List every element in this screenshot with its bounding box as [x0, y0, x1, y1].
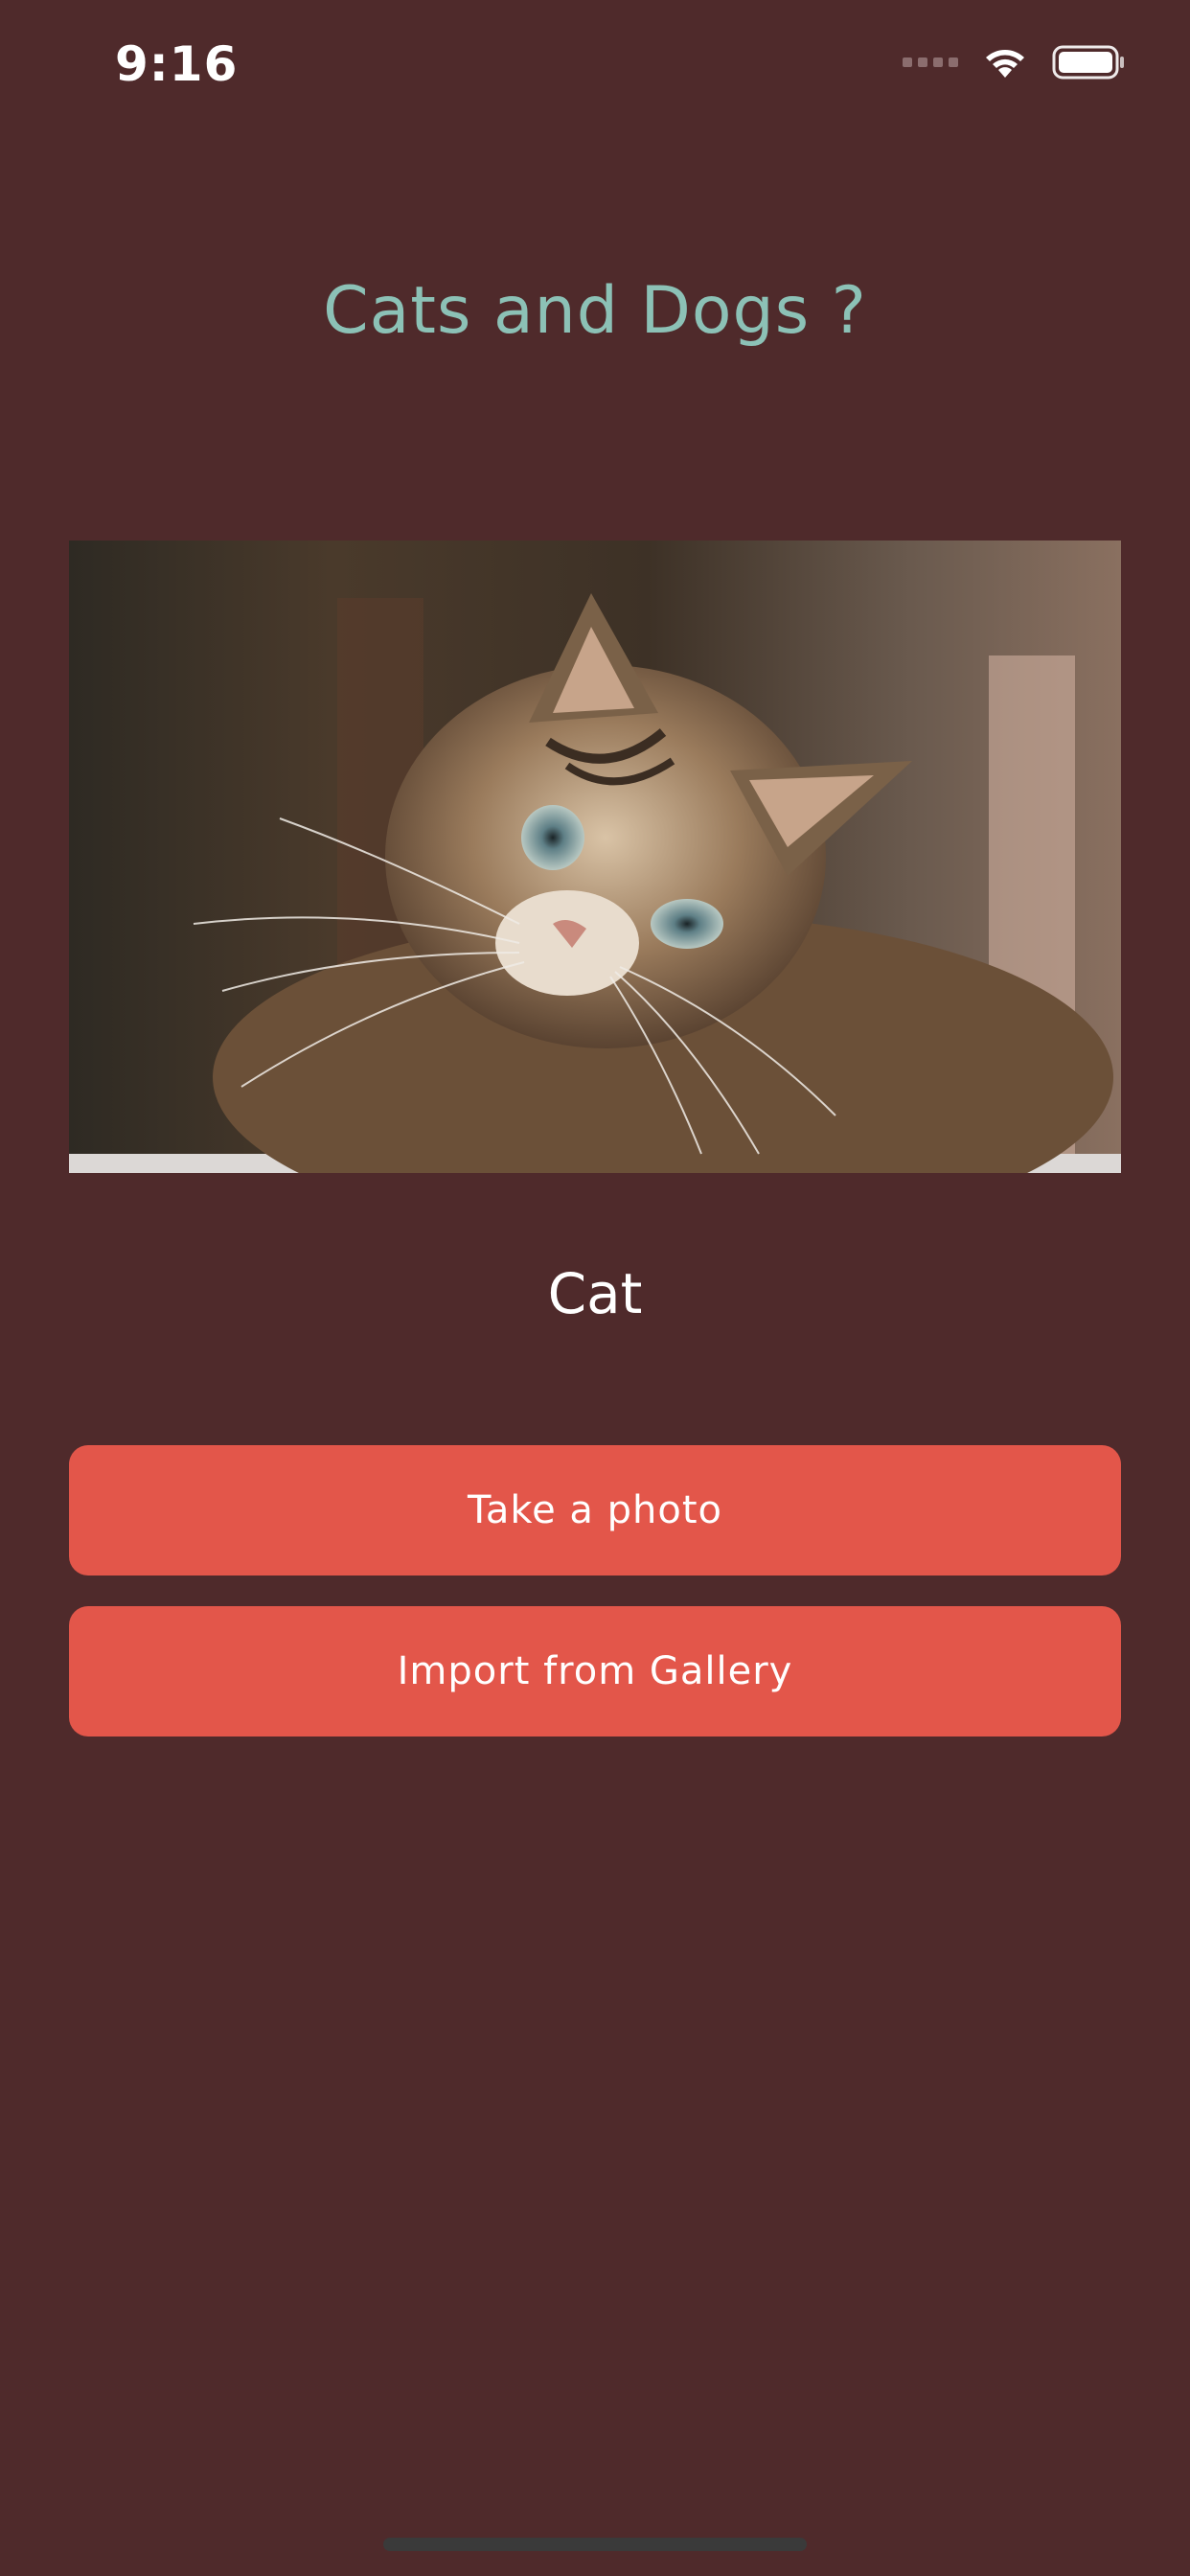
status-time: 9:16 — [115, 36, 239, 92]
cat-photo — [69, 540, 1121, 1173]
import-gallery-button[interactable]: Import from Gallery — [69, 1606, 1121, 1736]
screen: 9:16 Cats and Dogs ? Cat Take a photo Im… — [0, 0, 1190, 2576]
status-icons — [903, 44, 1127, 80]
battery-icon — [1052, 45, 1124, 80]
take-photo-button[interactable]: Take a photo — [69, 1445, 1121, 1576]
wifi-icon — [986, 50, 1024, 78]
home-indicator[interactable] — [383, 2538, 807, 2551]
result-label: Cat — [547, 1261, 643, 1326]
app-title: Cats and Dogs ? — [323, 273, 867, 349]
signal-dots-icon — [903, 58, 958, 67]
